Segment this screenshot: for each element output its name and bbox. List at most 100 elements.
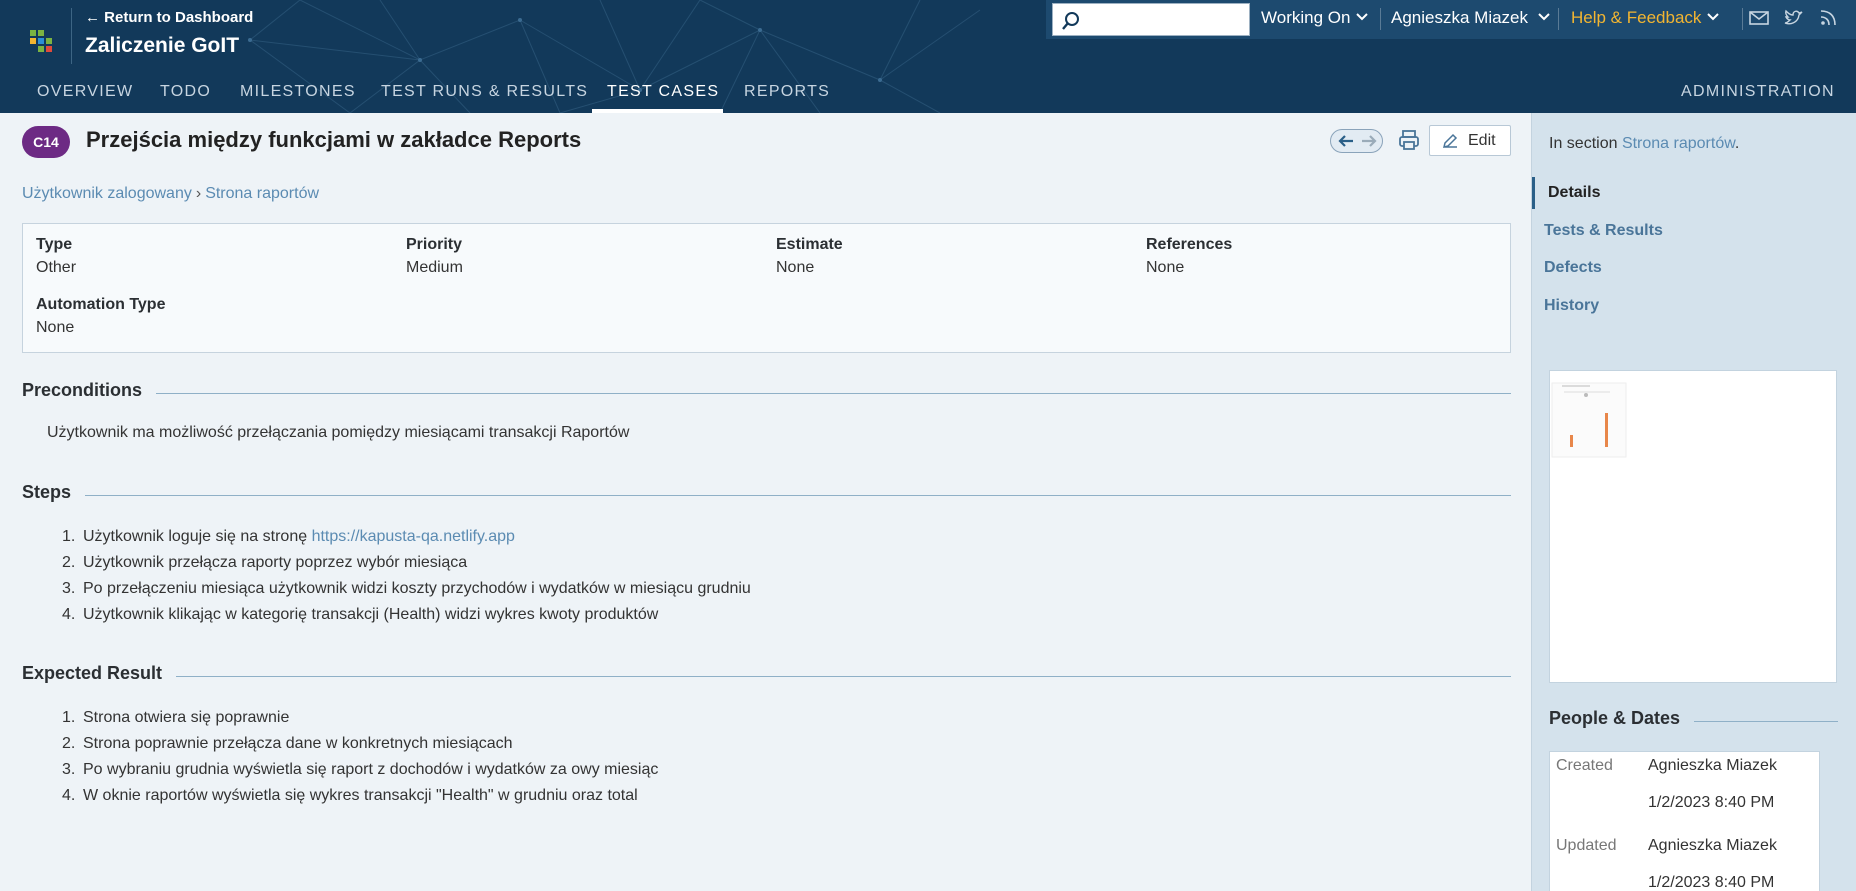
- section-divider: [22, 676, 1511, 677]
- app-logo[interactable]: [30, 30, 56, 56]
- list-item: 1. Strona otwiera się poprawnie: [62, 709, 290, 726]
- search-box[interactable]: [1052, 3, 1250, 36]
- breadcrumb: Użytkownik zalogowany › Strona raportów: [22, 185, 319, 203]
- twitter-icon[interactable]: [1783, 8, 1805, 28]
- main-content: C14 Przejścia między funkcjami w zakładc…: [0, 113, 1531, 891]
- next-arrow-icon[interactable]: [1360, 133, 1378, 149]
- step-link[interactable]: https://kapusta-qa.netlify.app: [312, 528, 515, 545]
- return-to-dashboard-link[interactable]: ← Return to Dashboard: [85, 9, 253, 26]
- project-title: Zaliczenie GoIT: [85, 34, 240, 57]
- list-item: 4. W oknie raportów wyświetla się wykres …: [62, 787, 638, 804]
- list-item: 2. Użytkownik przełącza raporty poprzez w…: [62, 554, 468, 571]
- section-title: Preconditions: [22, 380, 157, 400]
- sidebar-item-tests-results[interactable]: Tests & Results: [1532, 215, 1856, 247]
- section-title: Expected Result: [22, 663, 177, 683]
- section-divider: [22, 495, 1511, 496]
- field-value: None: [1146, 259, 1185, 276]
- created-at: 1/2/2023 8:40 PM: [1648, 794, 1775, 811]
- help-feedback-label: Help & Feedback: [1571, 8, 1702, 27]
- tab-administration[interactable]: ADMINISTRATION: [1681, 72, 1835, 113]
- topbar-divider: [1380, 8, 1381, 30]
- in-section-text: In section Strona raportów.: [1549, 135, 1740, 152]
- user-name: Agnieszka Miazek: [1391, 8, 1529, 27]
- help-feedback-menu[interactable]: Help & Feedback: [1571, 8, 1720, 28]
- field-references: References None: [1146, 236, 1232, 277]
- field-estimate: Estimate None: [776, 236, 843, 277]
- pencil-icon: [1442, 133, 1458, 149]
- created-by: Agnieszka Miazek: [1648, 757, 1777, 774]
- list-item: 4. Użytkownik klikając w kategorię transa…: [62, 606, 659, 623]
- field-label: Type: [36, 236, 73, 253]
- field-label: Priority: [406, 236, 463, 253]
- tab-overview[interactable]: OVERVIEW: [37, 72, 133, 113]
- field-value: None: [36, 319, 75, 336]
- topbar-divider: [1742, 8, 1743, 30]
- sidebar-item-details[interactable]: Details: [1532, 177, 1856, 209]
- chevron-down-icon: [1707, 13, 1720, 21]
- main-nav: OVERVIEW TODO MILESTONES TEST RUNS & RES…: [0, 72, 1856, 113]
- edit-button-label: Edit: [1468, 132, 1496, 149]
- sidebar-item-defects[interactable]: Defects: [1532, 252, 1856, 284]
- created-label: Created: [1556, 757, 1613, 774]
- case-pager: [1330, 129, 1383, 153]
- list-item: 3. Po przełączeniu miesiąca użytkownik wi…: [62, 580, 751, 597]
- section-link[interactable]: Strona raportów: [1622, 135, 1735, 152]
- steps-list: 1. Użytkownik loguje się na stronę https:…: [62, 524, 751, 628]
- breadcrumb-link[interactable]: Użytkownik zalogowany: [22, 185, 192, 202]
- search-icon: [1062, 12, 1079, 30]
- right-sidebar: In section Strona raportów. Details Test…: [1531, 113, 1856, 891]
- people-dates-heading: People & Dates: [1549, 708, 1838, 732]
- sidebar-item-history[interactable]: History: [1532, 290, 1856, 322]
- tab-test-runs-results[interactable]: TEST RUNS & RESULTS: [381, 72, 588, 113]
- expected-result-list: 1. Strona otwiera się poprawnie 2. Strona …: [62, 705, 658, 809]
- mail-icon[interactable]: [1748, 8, 1770, 28]
- list-item: 2. Strona poprawnie przełącza dane w konk…: [62, 735, 513, 752]
- search-input[interactable]: [1053, 4, 1249, 35]
- attachment-preview-image: [1551, 382, 1627, 458]
- user-menu[interactable]: Agnieszka Miazek: [1391, 8, 1550, 28]
- previous-arrow-icon[interactable]: [1337, 133, 1355, 149]
- field-automation-type: Automation Type None: [36, 296, 165, 337]
- field-value: Other: [36, 259, 77, 276]
- list-item: 3. Po wybraniu grudnia wyświetla się rapo…: [62, 761, 659, 778]
- preconditions-text: Użytkownik ma możliwość przełączania pom…: [47, 424, 630, 441]
- app-header: ← Return to Dashboard Zaliczenie GoIT Wo…: [0, 0, 1856, 113]
- people-dates-panel: Created Agnieszka Miazek 1/2/2023 8:40 P…: [1549, 751, 1820, 891]
- topbar-divider: [1558, 8, 1559, 30]
- tab-todo[interactable]: TODO: [160, 72, 211, 113]
- list-item: 1. Użytkownik loguje się na stronę https:…: [62, 528, 515, 545]
- steps-heading: Steps: [22, 482, 1511, 506]
- expected-result-heading: Expected Result: [22, 663, 1511, 687]
- page-title: Przejścia między funkcjami w zakładce Re…: [86, 127, 582, 152]
- chevron-down-icon: [1356, 13, 1369, 21]
- field-label: Automation Type: [36, 296, 166, 313]
- section-title: Steps: [22, 482, 86, 502]
- field-type: Type Other: [36, 236, 76, 277]
- print-icon[interactable]: [1397, 128, 1421, 152]
- chevron-down-icon: [1538, 13, 1550, 21]
- updated-by: Agnieszka Miazek: [1648, 837, 1777, 854]
- working-on-menu[interactable]: Working On: [1261, 8, 1369, 28]
- field-label: References: [1146, 236, 1233, 253]
- tab-reports[interactable]: REPORTS: [744, 72, 830, 113]
- updated-at: 1/2/2023 8:40 PM: [1648, 874, 1775, 891]
- tab-test-cases[interactable]: TEST CASES: [607, 72, 719, 113]
- field-value: None: [776, 259, 815, 276]
- breadcrumb-link[interactable]: Strona raportów: [205, 185, 319, 202]
- case-id-badge: C14: [22, 126, 70, 158]
- edit-button[interactable]: Edit: [1429, 125, 1511, 156]
- header-divider: [71, 8, 72, 64]
- attachment-thumbnail[interactable]: [1549, 370, 1837, 683]
- field-value: Medium: [406, 259, 463, 276]
- tab-milestones[interactable]: MILESTONES: [240, 72, 356, 113]
- rss-icon[interactable]: [1818, 8, 1840, 28]
- breadcrumb-separator: ›: [195, 185, 202, 202]
- field-label: Estimate: [776, 236, 843, 253]
- case-fields-panel: Type Other Priority Medium Estimate None…: [22, 223, 1511, 353]
- field-priority: Priority Medium: [406, 236, 463, 277]
- preconditions-heading: Preconditions: [22, 380, 1511, 404]
- working-on-label: Working On: [1261, 8, 1351, 27]
- section-divider: [22, 393, 1511, 394]
- updated-label: Updated: [1556, 837, 1617, 854]
- section-title: People & Dates: [1549, 708, 1695, 728]
